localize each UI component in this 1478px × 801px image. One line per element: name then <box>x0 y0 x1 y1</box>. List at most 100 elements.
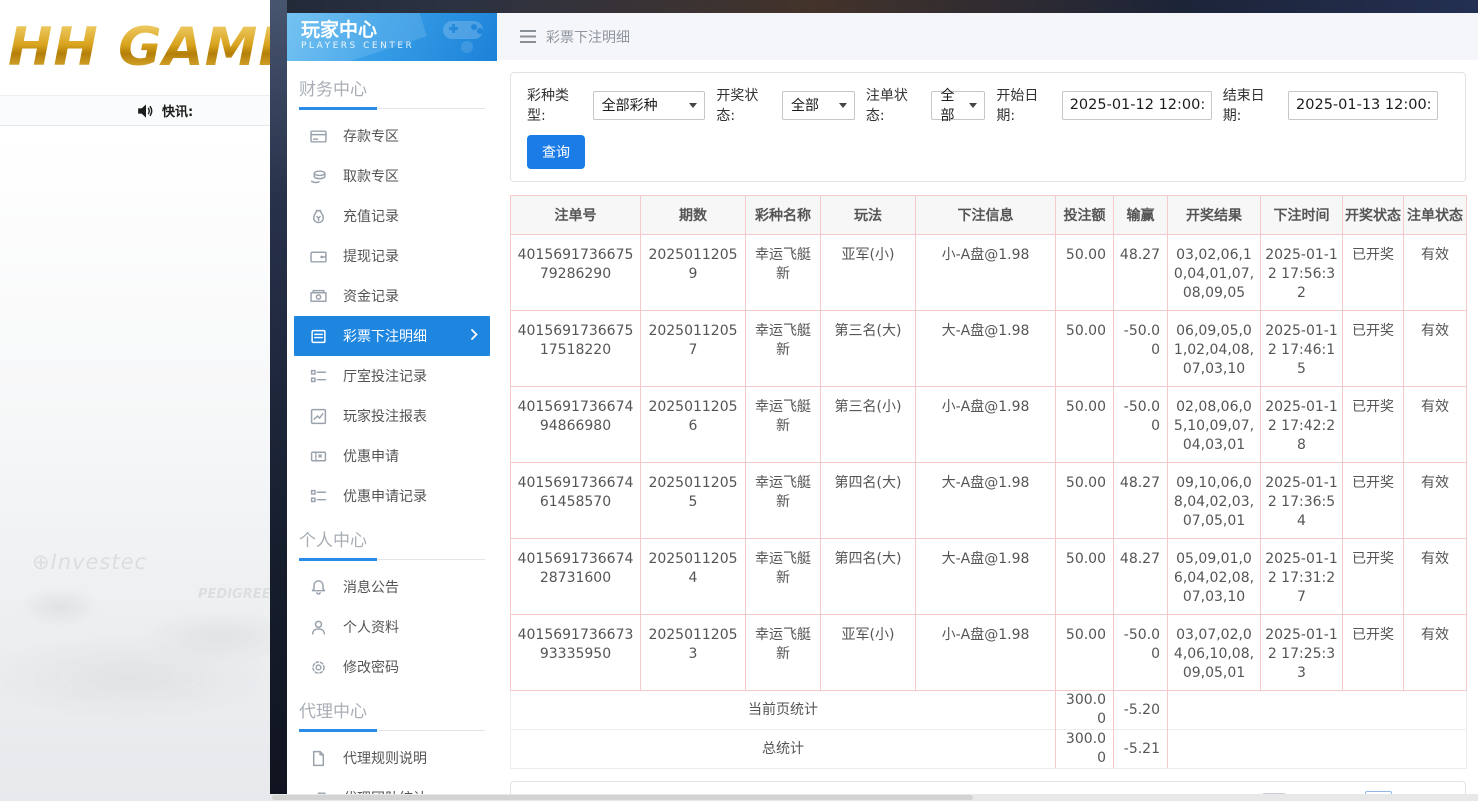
table-cell: 有效 <box>1404 539 1467 615</box>
lottery-type-label: 彩种类型: <box>527 85 588 125</box>
sidebar-item[interactable]: 存款专区 <box>287 116 497 156</box>
table-cell: 09,10,06,08,04,02,03,07,05,01 <box>1168 463 1261 539</box>
promo-ticket-icon <box>309 447 327 465</box>
logo-area: HH GAME <box>0 0 270 95</box>
sidebar-item-label: 代理规则说明 <box>343 748 427 768</box>
bet-status-select[interactable]: 全部 <box>931 91 985 120</box>
sidebar-item[interactable]: 优惠申请记录 <box>287 476 497 516</box>
sidebar-item[interactable]: 代理规则说明 <box>287 738 497 778</box>
table-cell: 20250112056 <box>641 387 746 463</box>
sidebar-item-label: 存款专区 <box>343 126 399 146</box>
dark-divider-strip <box>270 0 287 801</box>
summary-bet-total: 300.00 <box>1056 691 1114 730</box>
table-cell: 2025-01-12 17:25:33 <box>1261 615 1343 691</box>
sidebar-item-label: 提现记录 <box>343 246 399 266</box>
bell-icon <box>309 578 327 596</box>
table-cell: 已开奖 <box>1343 387 1404 463</box>
table-cell: 小-A盘@1.98 <box>916 615 1056 691</box>
table-cell: 大-A盘@1.98 <box>916 463 1056 539</box>
table-cell: 小-A盘@1.98 <box>916 387 1056 463</box>
table-cell: 小-A盘@1.98 <box>916 235 1056 311</box>
table-cell: -50.00 <box>1114 615 1168 691</box>
column-header: 注单号 <box>511 196 641 235</box>
table-cell: 48.27 <box>1114 539 1168 615</box>
table-cell: 50.00 <box>1056 463 1114 539</box>
start-date-input[interactable] <box>1062 91 1212 120</box>
table-cell: 第三名(小) <box>821 387 916 463</box>
scrollbar-thumb[interactable] <box>272 795 973 800</box>
table-cell: 401569173667428731600 <box>511 539 641 615</box>
section-divider <box>299 729 485 732</box>
news-label: 快讯: <box>162 101 193 120</box>
sidebar-item[interactable]: 优惠申请 <box>287 436 497 476</box>
stadium-background: ⊕Investec PEDIGREE <box>0 127 270 801</box>
lottery-type-select[interactable]: 全部彩种 <box>593 91 706 120</box>
bet-status-label: 注单状态: <box>866 85 927 125</box>
banknote-icon <box>309 287 327 305</box>
table-cell: 2025-01-12 17:36:54 <box>1261 463 1343 539</box>
table-cell: 有效 <box>1404 311 1467 387</box>
table-cell: -50.00 <box>1114 311 1168 387</box>
page-summary-row: 当前页统计300.00-5.20 <box>511 691 1467 730</box>
horizontal-scrollbar[interactable] <box>270 794 1478 801</box>
menu-toggle-icon[interactable] <box>520 30 536 43</box>
table-cell: 幸运飞艇新 <box>746 615 821 691</box>
table-cell: 2025-01-12 17:56:32 <box>1261 235 1343 311</box>
table-cell: 有效 <box>1404 615 1467 691</box>
sidebar-item[interactable]: 厅室投注记录 <box>287 356 497 396</box>
table-cell: 2025-01-12 17:42:28 <box>1261 387 1343 463</box>
table-row: 40156917366746145857020250112055幸运飞艇新第四名… <box>511 463 1467 539</box>
table-cell: 50.00 <box>1056 539 1114 615</box>
speaker-icon <box>138 104 154 118</box>
table-row: 40156917366749486698020250112056幸运飞艇新第三名… <box>511 387 1467 463</box>
table-cell: 有效 <box>1404 387 1467 463</box>
sidebar-item[interactable]: 个人资料 <box>287 607 497 647</box>
table-cell: 50.00 <box>1056 311 1114 387</box>
page-title: 彩票下注明细 <box>546 27 630 47</box>
players-center-banner: 玩家中心 PLAYERS CENTER <box>287 13 497 61</box>
column-header: 玩法 <box>821 196 916 235</box>
summary-win-total: -5.21 <box>1114 730 1168 769</box>
sidebar-item[interactable]: 资金记录 <box>287 276 497 316</box>
summary-label: 总统计 <box>511 730 1056 769</box>
table-cell: 20250112053 <box>641 615 746 691</box>
sidebar-item[interactable]: 修改密码 <box>287 647 497 687</box>
column-header: 注单状态 <box>1404 196 1467 235</box>
sidebar: 玩家中心 PLAYERS CENTER 财务中心存款专区取款专区充值记录提现记录… <box>287 13 497 801</box>
document-icon <box>309 749 327 767</box>
summary-empty-cell <box>1168 730 1467 769</box>
summary-win-total: -5.20 <box>1114 691 1168 730</box>
table-cell: 已开奖 <box>1343 235 1404 311</box>
sidebar-section-title: 个人中心 <box>299 526 485 551</box>
sidebar-item[interactable]: 消息公告 <box>287 567 497 607</box>
sidebar-item-label: 厅室投注记录 <box>343 366 427 386</box>
table-cell: 05,09,01,06,04,02,08,07,03,10 <box>1168 539 1261 615</box>
gamepad-icon <box>437 19 489 55</box>
section-divider <box>299 107 485 110</box>
bet-status-value: 全部 <box>940 85 961 125</box>
table-cell: 有效 <box>1404 463 1467 539</box>
end-date-input[interactable] <box>1288 91 1438 120</box>
sidebar-item[interactable]: 提现记录 <box>287 236 497 276</box>
bet-detail-table: 注单号期数彩种名称玩法下注信息投注额输赢开奖结果下注时间开奖状态注单状态 401… <box>510 195 1467 769</box>
sidebar-item-label: 玩家投注报表 <box>343 406 427 426</box>
search-button[interactable]: 查询 <box>527 135 585 169</box>
table-cell: 幸运飞艇新 <box>746 539 821 615</box>
draw-status-select[interactable]: 全部 <box>782 91 855 120</box>
table-cell: 幸运飞艇新 <box>746 311 821 387</box>
table-cell: 50.00 <box>1056 615 1114 691</box>
report-chart-icon <box>309 407 327 425</box>
promo-record-icon <box>309 487 327 505</box>
column-header: 彩种名称 <box>746 196 821 235</box>
investec-watermark: ⊕Investec <box>32 550 147 574</box>
table-cell: 已开奖 <box>1343 463 1404 539</box>
table-cell: 50.00 <box>1056 387 1114 463</box>
brand-panel: HH GAME 快讯: ⊕Investec PEDIGREE <box>0 0 270 801</box>
sidebar-item[interactable]: 玩家投注报表 <box>287 396 497 436</box>
filter-panel: 彩种类型: 全部彩种 开奖状态: 全部 注单状态: 全部 <box>510 72 1466 182</box>
wallet-icon <box>309 247 327 265</box>
sidebar-item[interactable]: 取款专区 <box>287 156 497 196</box>
sidebar-item[interactable]: 彩票下注明细 <box>294 316 490 356</box>
table-cell: 已开奖 <box>1343 615 1404 691</box>
sidebar-item[interactable]: 充值记录 <box>287 196 497 236</box>
